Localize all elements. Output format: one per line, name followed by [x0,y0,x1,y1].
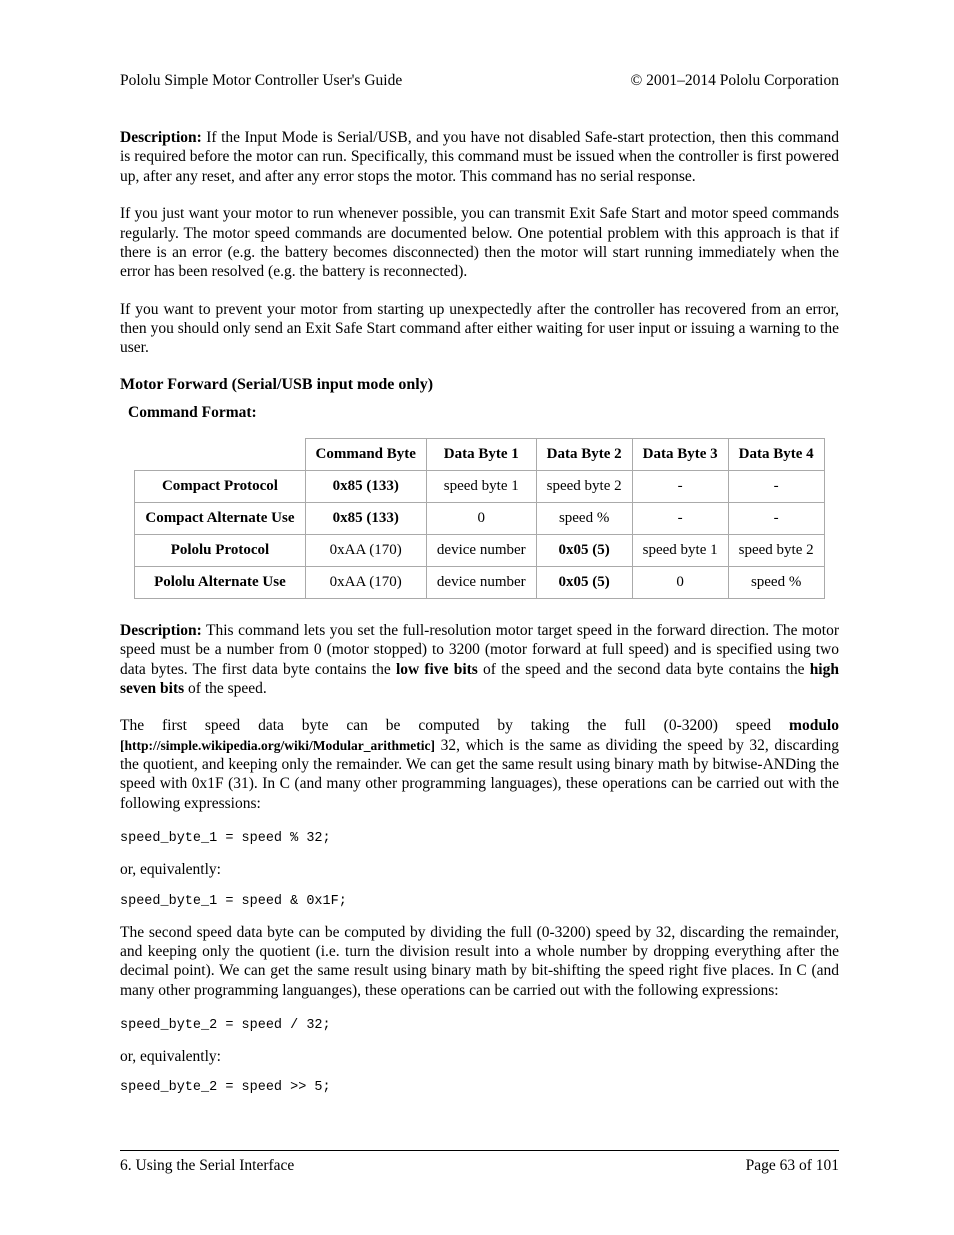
cell: 0x85 (133) [305,470,426,502]
cell: device number [426,534,536,566]
cell: - [728,502,824,534]
code-speed-byte-2-shift: speed_byte_2 = speed >> 5; [120,1080,839,1095]
col-data-byte-2: Data Byte 2 [536,438,632,470]
cell: 0x05 (5) [536,566,632,598]
footer-page-number: Page 63 of 101 [746,1157,839,1175]
paragraph-second-speed-byte: The second speed data byte can be comput… [120,923,839,1001]
table-row: Compact Protocol 0x85 (133) speed byte 1… [135,470,824,502]
cell: speed byte 2 [536,470,632,502]
paragraph-first-speed-byte: The first speed data byte can be compute… [120,716,839,813]
cell: 0x85 (133) [305,502,426,534]
col-command-byte: Command Byte [305,438,426,470]
text: of the speed and the second data byte co… [478,661,810,678]
header-left: Pololu Simple Motor Controller User's Gu… [120,72,402,90]
cell: - [632,502,728,534]
col-blank [135,438,305,470]
cell: 0 [632,566,728,598]
row-name: Pololu Protocol [135,534,305,566]
command-format-table: Command Byte Data Byte 1 Data Byte 2 Dat… [134,438,824,599]
code-speed-byte-2-div: speed_byte_2 = speed / 32; [120,1018,839,1033]
paragraph-prevent-unexpected: If you want to prevent your motor from s… [120,300,839,358]
subheading-command-format: Command Format: [120,404,839,422]
or-equivalently-2: or, equivalently: [120,1047,839,1066]
text: The first speed data byte can be compute… [120,717,789,734]
cell: speed byte 1 [426,470,536,502]
cell: - [632,470,728,502]
cell: 0x05 (5) [536,534,632,566]
cell: speed byte 2 [728,534,824,566]
description-exit-safe-start: Description: If the Input Mode is Serial… [120,128,839,186]
col-data-byte-1: Data Byte 1 [426,438,536,470]
cell: speed % [728,566,824,598]
table-row: Pololu Protocol 0xAA (170) device number… [135,534,824,566]
page-footer: 6. Using the Serial Interface Page 63 of… [120,1150,839,1175]
table-header-row: Command Byte Data Byte 1 Data Byte 2 Dat… [135,438,824,470]
section-heading-motor-forward: Motor Forward (Serial/USB input mode onl… [120,376,839,394]
col-data-byte-4: Data Byte 4 [728,438,824,470]
row-name: Compact Protocol [135,470,305,502]
description-text: If the Input Mode is Serial/USB, and you… [120,129,839,185]
table-row: Compact Alternate Use 0x85 (133) 0 speed… [135,502,824,534]
footer-divider [120,1150,839,1151]
cell: 0xAA (170) [305,566,426,598]
bold-low-five-bits: low five bits [396,661,478,678]
cell: speed byte 1 [632,534,728,566]
code-speed-byte-1-mod: speed_byte_1 = speed % 32; [120,831,839,846]
cell: - [728,470,824,502]
cell: device number [426,566,536,598]
row-name: Pololu Alternate Use [135,566,305,598]
cell: speed % [536,502,632,534]
link-ref-modular-arithmetic: [http://simple.wikipedia.org/wiki/Modula… [120,738,435,753]
description-label: Description: [120,129,202,146]
paragraph-run-whenever: If you just want your motor to run whene… [120,204,839,282]
page: Pololu Simple Motor Controller User's Gu… [0,0,954,1235]
header-right: © 2001–2014 Pololu Corporation [630,72,839,90]
cell: 0 [426,502,536,534]
row-name: Compact Alternate Use [135,502,305,534]
bold-modulo: modulo [789,717,839,734]
cell: 0xAA (170) [305,534,426,566]
text: of the speed. [184,680,267,697]
code-speed-byte-1-and: speed_byte_1 = speed & 0x1F; [120,894,839,909]
description-motor-forward: Description: This command lets you set t… [120,621,839,699]
or-equivalently-1: or, equivalently: [120,860,839,879]
table-row: Pololu Alternate Use 0xAA (170) device n… [135,566,824,598]
page-header: Pololu Simple Motor Controller User's Gu… [120,72,839,90]
description-label: Description: [120,622,202,639]
col-data-byte-3: Data Byte 3 [632,438,728,470]
footer-section: 6. Using the Serial Interface [120,1157,294,1175]
